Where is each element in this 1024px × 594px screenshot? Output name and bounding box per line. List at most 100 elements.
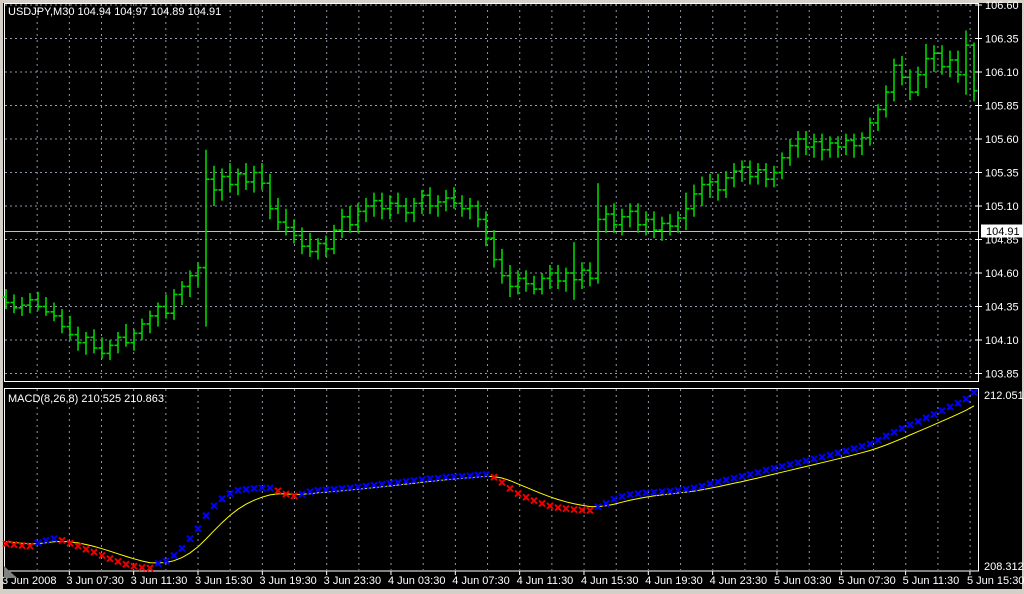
- macd-up-marker: [706, 480, 714, 488]
- chart-window: 106.60 106.35 106.10 105.85 105.60 105.35 105.…: [0, 0, 1024, 594]
- macd-up-marker: [34, 539, 42, 547]
- grid-lines: [5, 4, 978, 570]
- macd-up-marker: [618, 492, 626, 501]
- macd-up-marker: [746, 470, 754, 479]
- macd-up-marker: [730, 474, 738, 482]
- price-tick-label: 103.85: [985, 369, 1019, 381]
- macd-up-marker: [946, 403, 954, 411]
- macd-down-marker: [498, 478, 506, 487]
- time-tick-label: 3 Jun 19:30: [259, 575, 317, 587]
- macd-up-marker: [778, 462, 786, 471]
- macd-up-marker: [194, 525, 202, 533]
- price-tick-label: 105.10: [985, 201, 1019, 213]
- macd-up-marker: [898, 424, 906, 433]
- price-tick-label: 105.85: [985, 101, 1019, 113]
- macd-down-marker: [74, 542, 82, 550]
- macd-up-marker: [666, 487, 674, 495]
- macd-up-marker: [714, 478, 722, 486]
- macd-up-marker: [810, 455, 818, 463]
- macd-down-marker: [114, 557, 122, 566]
- macd-up-marker: [610, 495, 618, 503]
- macd-up-marker: [834, 449, 842, 457]
- macd-down-marker: [106, 554, 114, 563]
- macd-up-marker: [682, 485, 690, 494]
- macd-signal-line: [5, 405, 975, 564]
- macd-up-marker: [50, 534, 58, 543]
- macd-down-marker: [554, 503, 562, 512]
- macd-up-marker: [698, 482, 706, 490]
- time-tick-label: 5 Jun 15:30: [967, 575, 1024, 587]
- price-box-value: 104.91: [986, 226, 1020, 238]
- price-tick-label: 104.35: [985, 302, 1019, 314]
- macd-down-marker: [122, 560, 130, 569]
- macd-down-marker: [66, 539, 74, 547]
- macd-up-marker: [418, 475, 426, 484]
- macd-up-marker: [922, 414, 930, 422]
- price-tick-label: 104.10: [985, 335, 1019, 347]
- macd-down-marker: [290, 492, 298, 500]
- macd-up-marker: [218, 495, 226, 503]
- macd-down-marker: [138, 563, 146, 572]
- macd-up-marker: [234, 486, 242, 495]
- price-tick-label: 106.10: [985, 67, 1019, 79]
- price-tick-label: 105.35: [985, 168, 1019, 180]
- macd-up-marker: [242, 485, 250, 494]
- macd-down-marker: [562, 504, 570, 513]
- price-tick-label: 105.60: [985, 134, 1019, 146]
- macd-up-marker: [650, 488, 658, 496]
- macd-up-marker: [738, 472, 746, 480]
- macd-up-marker: [938, 407, 946, 415]
- macd-up-marker: [930, 410, 938, 419]
- macd-up-marker: [250, 484, 258, 493]
- macd-up-marker: [786, 460, 794, 469]
- macd-down-marker: [274, 487, 282, 495]
- macd-max-label: 212.051: [984, 390, 1024, 402]
- macd-down-marker: [506, 484, 514, 493]
- time-tick-label: 4 Jun 11:30: [517, 575, 574, 587]
- macd-up-marker: [858, 442, 866, 451]
- macd-down-marker: [546, 502, 554, 510]
- macd-down-marker: [58, 536, 66, 545]
- price-axis[interactable]: 106.60 106.35 106.10 105.85 105.60 105.35 105.…: [975, 0, 1019, 381]
- macd-up-marker: [802, 457, 810, 465]
- macd-down-marker: [82, 545, 90, 554]
- macd-up-marker: [826, 451, 834, 459]
- chart-canvas: 106.60 106.35 106.10 105.85 105.60 105.35 105.…: [2, 0, 1024, 587]
- time-tick-label: 3 Jun 07:30: [66, 575, 124, 587]
- macd-up-marker: [626, 490, 634, 499]
- macd-up-marker: [658, 488, 666, 496]
- macd-min-label: 208.312: [984, 561, 1024, 573]
- macd-up-marker: [754, 468, 762, 477]
- macd-up-marker: [426, 474, 434, 483]
- macd-down-marker: [530, 496, 538, 505]
- macd-series: [2, 388, 978, 572]
- macd-up-marker: [794, 458, 802, 467]
- macd-up-marker: [410, 476, 418, 485]
- macd-down-marker: [522, 493, 530, 502]
- macd-down-marker: [90, 548, 98, 556]
- macd-up-marker: [210, 502, 218, 510]
- time-tick-label: 5 Jun 11:30: [903, 575, 960, 587]
- history-start-triangle-icon: [4, 566, 17, 578]
- macd-up-marker: [186, 534, 194, 543]
- macd-up-marker: [954, 399, 962, 407]
- macd-label: MACD(8,26,8) 210.525 210.863: [8, 393, 164, 405]
- ohlc-bars: [2, 30, 978, 361]
- macd-up-marker: [890, 428, 898, 436]
- time-axis[interactable]: 3 Jun 2008 3 Jun 07:30 3 Jun 11:30 3 Jun 15…: [2, 571, 1024, 587]
- macd-up-marker: [202, 511, 210, 520]
- time-tick-label: 3 Jun 11:30: [131, 575, 188, 587]
- macd-up-marker: [170, 551, 178, 560]
- time-tick-label: 4 Jun 07:30: [452, 575, 510, 587]
- time-tick-label: 4 Jun 15:30: [581, 575, 639, 587]
- macd-up-marker: [178, 544, 186, 553]
- price-tick-label: 106.60: [985, 0, 1019, 12]
- macd-up-marker: [866, 440, 874, 448]
- macd-up-marker: [394, 478, 402, 487]
- time-tick-label: 5 Jun 07:30: [838, 575, 896, 587]
- time-tick-label: 3 Jun 15:30: [195, 575, 253, 587]
- macd-up-marker: [770, 464, 778, 473]
- current-price-box: 104.91: [981, 224, 1023, 238]
- time-tick-label: 3 Jun 23:30: [324, 575, 382, 587]
- macd-up-marker: [674, 486, 682, 495]
